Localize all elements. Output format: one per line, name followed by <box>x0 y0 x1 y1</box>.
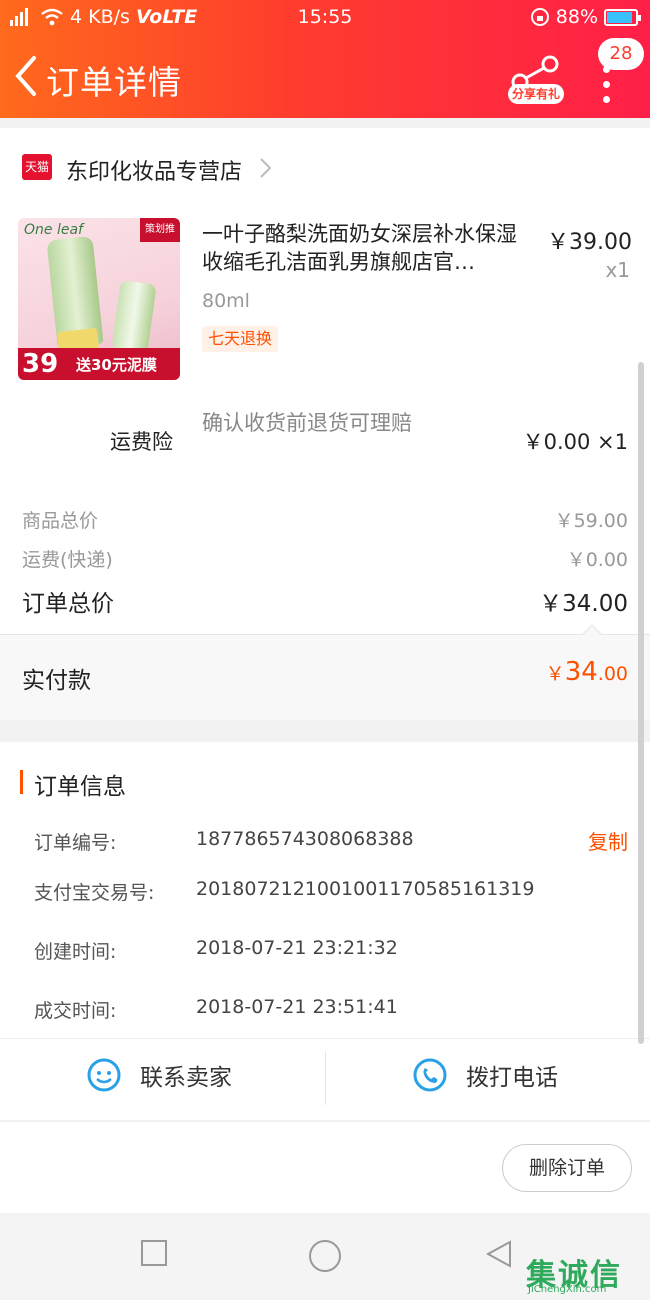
chevron-right-icon[interactable] <box>258 156 274 180</box>
caret-up-icon <box>582 624 602 635</box>
shipping-insurance-label: 运费险 <box>110 430 173 454</box>
back-arrow-icon[interactable] <box>10 54 44 98</box>
alipay-trade-value: 2018072121001001170585161319 <box>196 878 535 900</box>
created-time-value: 2018-07-21 23:21:32 <box>196 937 398 959</box>
phone-icon <box>413 1058 447 1092</box>
triangle-back-icon[interactable] <box>484 1239 514 1269</box>
order-info-title: 订单信息 <box>34 774 126 800</box>
paid-decimal: .00 <box>597 663 628 685</box>
nav-bar: 订单详情 <box>0 40 650 118</box>
contact-divider <box>325 1051 326 1105</box>
paid-currency: ￥ <box>545 663 565 685</box>
shipping-fee-value: ￥0.00 <box>566 549 628 571</box>
scrollbar[interactable] <box>638 362 644 1044</box>
shipping-fee-label: 运费(快递) <box>22 549 113 571</box>
shipping-insurance-desc: 确认收货前退货可理赔 <box>202 411 412 435</box>
product-tube-small <box>111 279 157 355</box>
more-dots-icon[interactable] <box>594 66 618 122</box>
product-image[interactable]: One leaf 策划推 39 送30元泥膜 <box>18 218 180 380</box>
order-number-value: 187786574308068388 <box>196 828 414 850</box>
call-phone-button[interactable]: 拨打电话 <box>412 1057 558 1093</box>
order-info-panel: 订单信息 订单编号: 187786574308068388 复制 支付宝交易号:… <box>0 742 650 1120</box>
product-image-promo: 送30元泥膜 <box>76 356 157 374</box>
call-phone-label: 拨打电话 <box>466 1065 558 1091</box>
status-bar: 4 KB/s VoLTE 15:55 88% <box>0 0 650 34</box>
product-image-price: 39 <box>22 349 59 379</box>
paid-integer: 34 <box>564 657 598 687</box>
order-total-value: ￥34.00 <box>539 591 628 617</box>
battery-icon <box>604 8 641 26</box>
alipay-trade-label: 支付宝交易号: <box>34 882 155 904</box>
product-title[interactable]: 一叶子酪梨洗面奶女深层补水保湿收缩毛孔洁面乳男旗舰店官… <box>202 220 536 276</box>
product-price: ￥39.00 <box>547 230 632 255</box>
product-spec: 80ml <box>202 290 250 312</box>
copy-button[interactable]: 复制 <box>588 826 628 855</box>
tmall-badge: 天猫 <box>22 154 52 180</box>
return-policy-tag: 七天退换 <box>202 326 279 352</box>
product-image-brand: One leaf <box>24 222 83 238</box>
paid-amount-row: 实付款 ￥34.00 <box>0 635 650 720</box>
deal-time-label: 成交时间: <box>34 1000 117 1022</box>
watermark-logo: 集诚信 JiChengXin.com <box>526 1250 644 1298</box>
order-actions: 删除订单 <box>0 1121 650 1213</box>
section-accent-bar <box>20 770 23 794</box>
square-icon[interactable] <box>140 1239 168 1267</box>
battery-level <box>607 11 632 23</box>
order-number-label: 订单编号: <box>34 832 117 854</box>
goods-total-value: ￥59.00 <box>554 510 628 532</box>
goods-total-label: 商品总价 <box>22 510 99 532</box>
order-panel: 天猫 东印化妆品专营店 One leaf 策划推 39 送30元泥膜 一叶子酪梨… <box>0 128 650 720</box>
product-image-tag: 策划推 <box>140 218 180 242</box>
paid-amount-label: 实付款 <box>22 668 91 694</box>
contact-seller-label: 联系卖家 <box>140 1065 232 1091</box>
message-count-badge: 28 <box>598 38 644 70</box>
lock-rotation-icon <box>530 8 549 26</box>
circle-icon[interactable] <box>308 1239 342 1273</box>
contact-bar: 联系卖家 拨打电话 <box>0 1038 650 1120</box>
status-right: 88% <box>530 6 641 28</box>
created-time-label: 创建时间: <box>34 941 117 963</box>
shop-name[interactable]: 东印化妆品专营店 <box>66 154 242 186</box>
shipping-insurance-price: ￥0.00 ×1 <box>522 430 628 454</box>
chat-face-icon <box>87 1058 121 1092</box>
product-image-price-bar: 39 送30元泥膜 <box>18 348 180 380</box>
page-title: 订单详情 <box>46 63 182 102</box>
share-gift-label[interactable]: 分享有礼 <box>508 84 564 104</box>
deal-time-value: 2018-07-21 23:51:41 <box>196 996 398 1018</box>
contact-seller-button[interactable]: 联系卖家 <box>86 1057 232 1093</box>
paid-amount-value: ￥34.00 <box>546 657 628 687</box>
app-header: 4 KB/s VoLTE 15:55 88% 订单详情 分享有礼 28 <box>0 0 650 118</box>
battery-percent: 88% <box>555 6 598 28</box>
order-total-label: 订单总价 <box>22 591 114 617</box>
delete-order-button[interactable]: 删除订单 <box>502 1144 632 1192</box>
watermark-url: JiChengXin.com <box>528 1284 607 1295</box>
product-quantity: x1 <box>605 258 630 282</box>
